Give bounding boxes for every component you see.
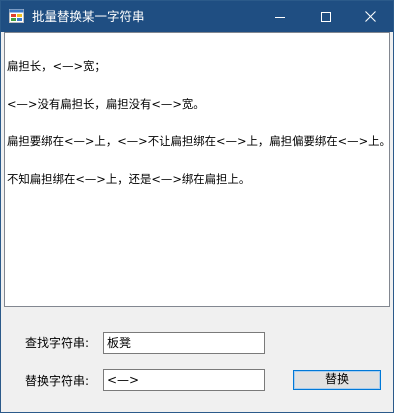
content-text: 扁担长，<—>宽； <—>没有扁担长，扁担没有<—>宽。 扁担要绑在<—>上，<… xyxy=(7,35,390,210)
window-title: 批量替换某一字符串 xyxy=(32,9,145,24)
maximize-button[interactable] xyxy=(303,1,349,32)
title-bar[interactable]: 批量替换某一字符串 xyxy=(1,1,393,32)
maximize-icon xyxy=(321,11,331,22)
text-line: 扁担要绑在<—>上，<—>不让扁担绑在<—>上，扁担偏要绑在<—>上。 xyxy=(7,134,390,148)
text-line: <—>没有扁担长，扁担没有<—>宽。 xyxy=(7,96,205,111)
main-window: 批量替换某一字符串 扁担长，<—>宽； <—>没有扁担长，扁担没有<—>宽。 扁… xyxy=(0,0,394,413)
minimize-icon xyxy=(275,16,285,18)
replace-label: 替换字符串: xyxy=(25,374,90,388)
find-label: 查找字符串: xyxy=(25,336,90,350)
text-line: 不知扁担绑在<—>上，还是<—>绑在扁担上。 xyxy=(7,171,251,186)
replace-input[interactable]: <—> xyxy=(103,369,265,391)
find-input[interactable]: 板凳 xyxy=(103,332,265,354)
close-button[interactable] xyxy=(347,1,393,32)
app-form-icon xyxy=(9,9,24,23)
content-textbox[interactable]: 扁担长，<—>宽； <—>没有扁担长，扁担没有<—>宽。 扁担要绑在<—>上，<… xyxy=(4,32,390,307)
replace-button[interactable]: 替换 xyxy=(293,370,381,390)
minimize-button[interactable] xyxy=(257,1,303,32)
close-icon xyxy=(364,11,376,22)
text-line: 扁担长，<—>宽； xyxy=(7,59,106,73)
